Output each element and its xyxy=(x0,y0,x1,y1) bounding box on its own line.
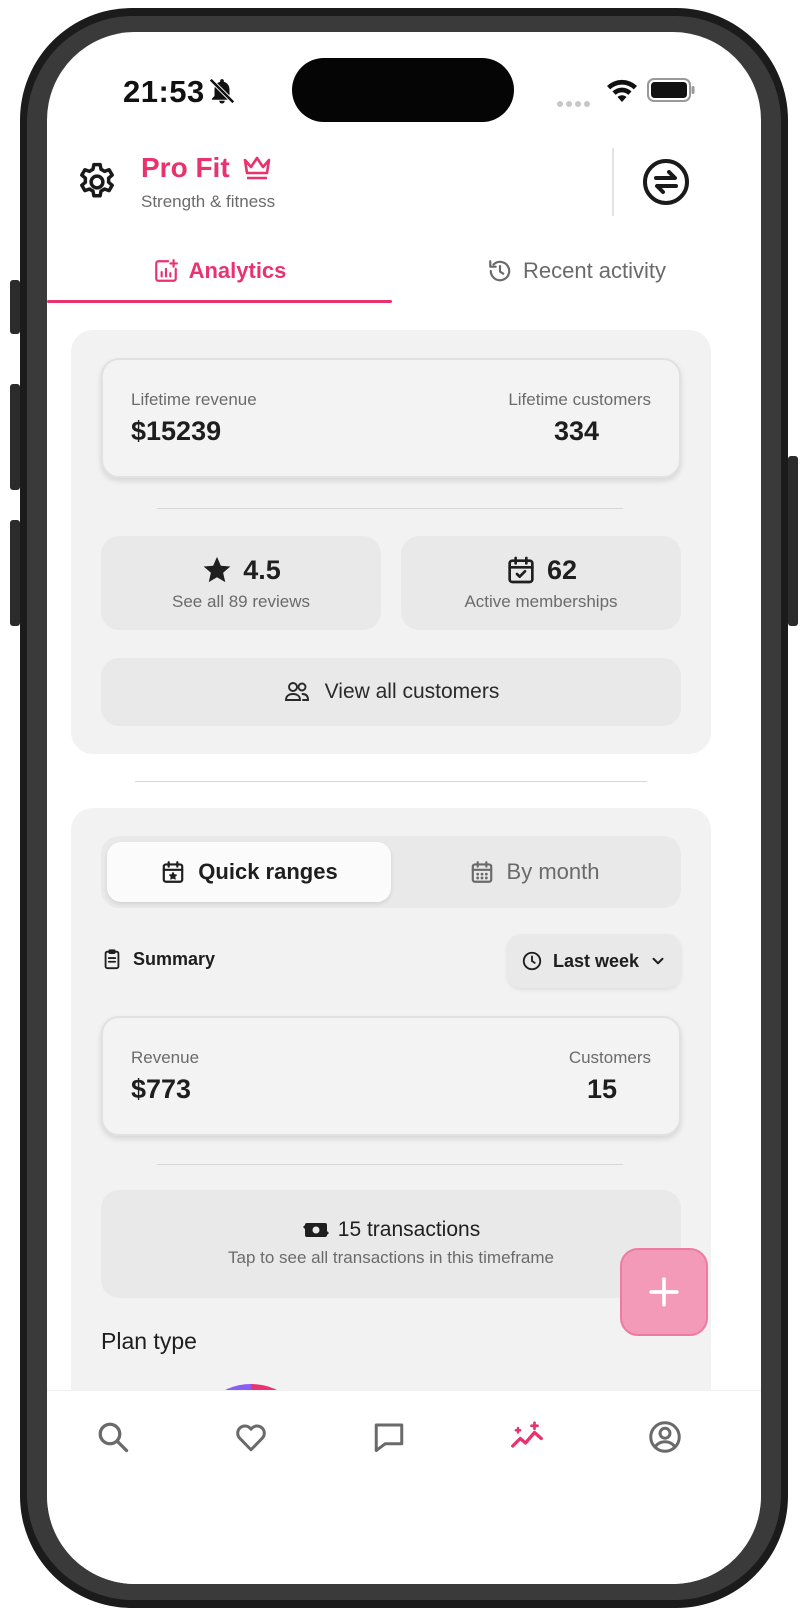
period-stats-card: Revenue $773 Customers 15 xyxy=(101,1016,681,1136)
summary-heading: Summary xyxy=(101,948,215,970)
quick-ranges-label: Quick ranges xyxy=(198,859,338,884)
lifetime-customers-label: Lifetime customers xyxy=(508,390,651,409)
transactions-count: 15 transactions xyxy=(337,1218,481,1241)
calendar-check-icon xyxy=(508,556,534,584)
clipboard-icon xyxy=(104,949,120,970)
tab-recent-activity[interactable]: Recent activity xyxy=(392,240,761,302)
gear-icon[interactable] xyxy=(75,160,119,204)
memberships-card[interactable]: 62 Active memberships xyxy=(401,536,681,630)
lifetime-stats-card: Lifetime revenue $15239 Lifetime custome… xyxy=(101,358,681,478)
period-revenue-label: Revenue xyxy=(131,1048,200,1067)
calendar-grid-icon xyxy=(471,861,492,883)
search-icon xyxy=(98,1422,129,1453)
tab-recent-label: Recent activity xyxy=(522,258,667,283)
users-icon xyxy=(284,682,309,701)
money-transfer-icon xyxy=(302,1223,329,1237)
divider xyxy=(157,508,623,509)
memberships-count: 62 xyxy=(546,554,578,585)
reviews-card[interactable]: 4.5 See all 89 reviews xyxy=(101,536,381,630)
signal-icon xyxy=(557,94,593,112)
header-divider xyxy=(612,148,614,216)
period-section: Quick ranges By month Summary Last week … xyxy=(71,808,711,1504)
side-button-power xyxy=(788,456,798,626)
nav-search[interactable] xyxy=(95,1419,135,1459)
plan-type-title: Plan type xyxy=(101,1328,197,1354)
reviews-link: See all 89 reviews xyxy=(172,592,310,611)
bell-slash-icon xyxy=(209,78,235,104)
history-icon xyxy=(489,260,511,282)
segment-quick-ranges[interactable]: Quick ranges xyxy=(107,842,391,902)
lifetime-revenue-value: $15239 xyxy=(131,416,222,446)
analytics-sparkle-icon xyxy=(511,1421,543,1448)
nav-favorites[interactable] xyxy=(233,1419,273,1459)
side-button-volume-down xyxy=(10,520,20,626)
tab-analytics-label: Analytics xyxy=(188,258,287,283)
summary-label: Summary xyxy=(133,948,216,969)
nav-profile[interactable] xyxy=(647,1419,687,1459)
period-customers-value: 15 xyxy=(586,1074,617,1104)
brand-title: Pro Fit xyxy=(141,152,230,183)
side-button-volume-up xyxy=(10,384,20,490)
profile-icon xyxy=(649,1421,681,1453)
memberships-label: Active memberships xyxy=(464,592,618,611)
view-all-customers-label: View all customers xyxy=(324,680,500,703)
nav-messages[interactable] xyxy=(371,1419,411,1459)
chat-icon xyxy=(374,1423,404,1452)
by-month-label: By month xyxy=(506,859,600,884)
section-divider xyxy=(135,781,647,782)
period-revenue-value: $773 xyxy=(131,1074,192,1104)
status-time: 21:53 xyxy=(123,74,205,109)
swap-icon[interactable] xyxy=(642,158,690,206)
nav-analytics[interactable] xyxy=(509,1419,549,1459)
battery-icon xyxy=(647,78,695,102)
wifi-icon xyxy=(607,79,637,102)
screen: 21:53 Pro Fit Strength & fitness Analyti… xyxy=(47,32,761,1584)
calendar-star-icon xyxy=(163,861,184,883)
range-selected-value: Last week xyxy=(552,950,640,971)
plus-icon xyxy=(649,1277,679,1307)
tab-active-indicator xyxy=(47,300,392,303)
crown-icon xyxy=(243,156,270,180)
lifetime-revenue-label: Lifetime revenue xyxy=(131,390,257,409)
rating-value: 4.5 xyxy=(243,554,281,585)
segment-by-month[interactable]: By month xyxy=(393,842,675,902)
range-segmented-control: Quick ranges By month xyxy=(101,836,681,908)
view-all-customers-button[interactable]: View all customers xyxy=(101,658,681,726)
bottom-nav xyxy=(47,1390,761,1584)
transactions-card[interactable]: 15 transactions Tap to see all transacti… xyxy=(101,1190,681,1298)
transactions-hint: Tap to see all transactions in this time… xyxy=(228,1248,554,1267)
clock-icon xyxy=(522,951,542,971)
side-button-silent xyxy=(10,280,20,334)
heart-icon xyxy=(236,1424,266,1452)
brand-subtitle: Strength & fitness xyxy=(141,192,276,211)
dynamic-island xyxy=(292,58,514,122)
brand-row: Pro Fit xyxy=(141,152,272,184)
divider xyxy=(157,1164,623,1165)
lifetime-customers-value: 334 xyxy=(553,416,599,446)
add-button[interactable] xyxy=(620,1248,708,1336)
chevron-down-icon xyxy=(652,957,664,965)
lifetime-section: Lifetime revenue $15239 Lifetime custome… xyxy=(71,330,711,754)
analytics-icon xyxy=(154,259,178,282)
range-dropdown[interactable]: Last week xyxy=(507,934,681,988)
period-customers-label: Customers xyxy=(568,1048,651,1067)
star-icon xyxy=(203,556,231,583)
tab-analytics[interactable]: Analytics xyxy=(47,240,392,302)
